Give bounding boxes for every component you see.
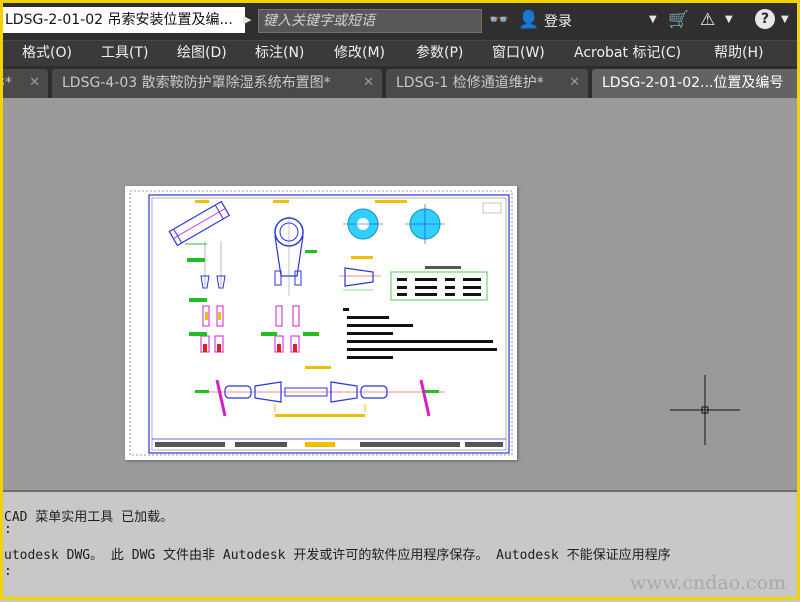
menu-draw[interactable]: 绘图(D)	[177, 41, 227, 66]
user-icon[interactable]: 👤	[518, 10, 539, 30]
drawing-canvas[interactable]	[0, 98, 800, 490]
app-logo-watermark: ⌂	[24, 8, 35, 27]
menu-acrobat[interactable]: Acrobat 标记(C)	[574, 41, 681, 66]
binoculars-icon[interactable]: 👓	[488, 10, 509, 30]
exchange-icon[interactable]: ⚠	[700, 10, 715, 30]
command-line: :	[4, 564, 12, 579]
file-tab-bar: 3* ✕ LDSG-4-03 散索鞍防护罩除湿系统布置图* ✕ LDSG-1 检…	[0, 66, 800, 98]
close-icon[interactable]: ✕	[29, 69, 40, 97]
tab-label: 3*	[0, 75, 12, 91]
chevron-down-icon[interactable]: ▼	[649, 14, 657, 25]
menu-modify[interactable]: 修改(M)	[334, 41, 385, 66]
menu-dimension[interactable]: 标注(N)	[255, 41, 304, 66]
menu-parameter[interactable]: 参数(P)	[416, 41, 463, 66]
cursor-crosshair-icon	[670, 375, 740, 445]
document-title: LDSG-2-01-02 吊索安装位置及编...	[3, 7, 245, 33]
drawing-sheet	[125, 186, 517, 460]
menu-help[interactable]: 帮助(H)	[714, 41, 763, 66]
title-expand-icon[interactable]: ▶	[243, 13, 251, 26]
command-line: CAD 菜单实用工具 已加载。	[4, 510, 174, 525]
search-input[interactable]: 键入关键字或短语	[258, 9, 482, 33]
watermark-text: www.cndao.com	[629, 572, 786, 594]
menu-bar: 格式(O) 工具(T) 绘图(D) 标注(N) 修改(M) 参数(P) 窗口(W…	[0, 40, 800, 67]
menu-tools[interactable]: 工具(T)	[101, 41, 148, 66]
cart-icon[interactable]: 🛒	[668, 10, 689, 30]
signin-button[interactable]: 登录	[544, 11, 572, 31]
file-tab[interactable]: LDSG-4-03 散索鞍防护罩除湿系统布置图* ✕	[52, 69, 382, 98]
chevron-down-icon[interactable]: ▼	[725, 14, 733, 25]
tab-label: LDSG-4-03 散索鞍防护罩除湿系统布置图*	[62, 75, 331, 91]
help-icon[interactable]: ?	[755, 9, 775, 29]
tab-label: LDSG-2-01-02...位置及编号	[602, 75, 784, 91]
tab-label: LDSG-1 检修通道维护*	[396, 75, 544, 91]
close-icon[interactable]: ✕	[363, 69, 374, 97]
file-tab-active[interactable]: LDSG-2-01-02...位置及编号	[592, 69, 800, 98]
command-line: :	[4, 522, 12, 537]
file-tab[interactable]: LDSG-1 检修通道维护* ✕	[386, 69, 588, 98]
chevron-down-icon[interactable]: ▼	[781, 14, 789, 25]
cad-drawing	[129, 190, 513, 456]
title-bar: ⌂ LDSG-2-01-02 吊索安装位置及编... ▶ 键入关键字或短语 👓 …	[0, 0, 800, 40]
file-tab[interactable]: 3* ✕	[0, 69, 48, 98]
menu-format[interactable]: 格式(O)	[22, 41, 72, 66]
menu-window[interactable]: 窗口(W)	[492, 41, 545, 66]
close-icon[interactable]: ✕	[569, 69, 580, 97]
command-history[interactable]: CAD 菜单实用工具 已加载。 : utodesk DWG。 此 DWG 文件由…	[0, 490, 800, 602]
command-line: utodesk DWG。 此 DWG 文件由非 Autodesk 开发或许可的软…	[4, 548, 671, 563]
